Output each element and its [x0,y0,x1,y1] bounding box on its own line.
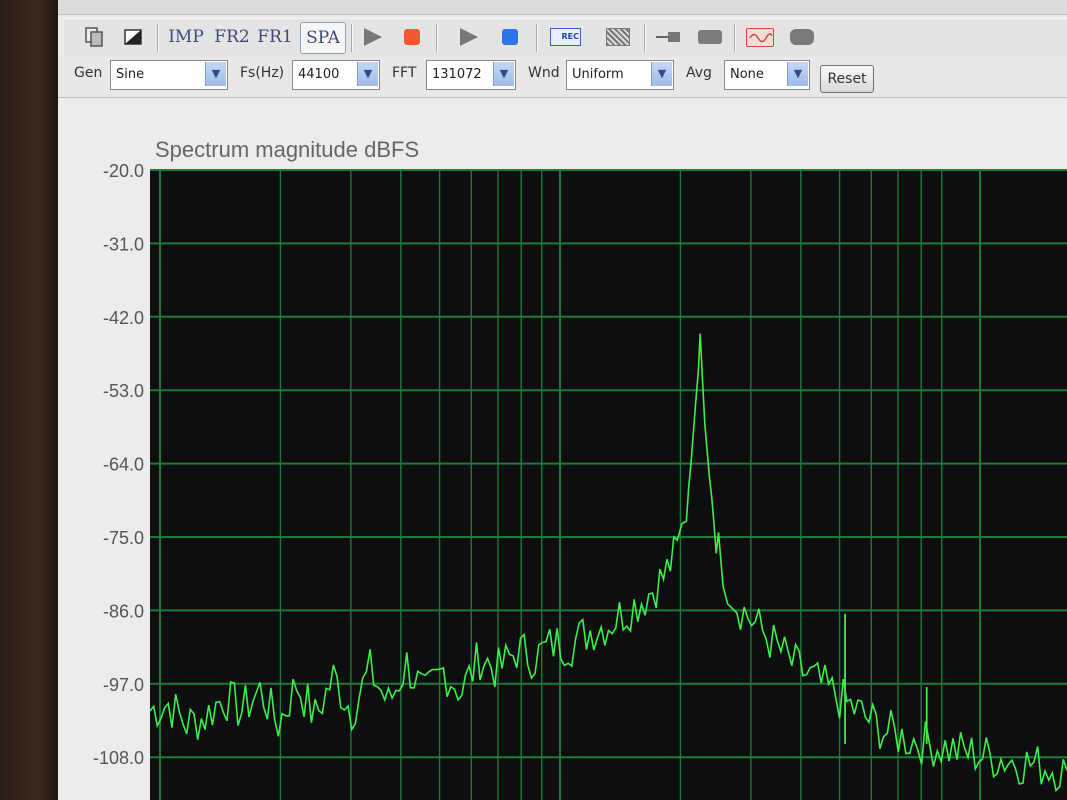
settings-button[interactable] [786,22,820,52]
fr1-mode-button[interactable]: FR1 [255,22,295,52]
chevron-down-icon: ▼ [493,62,514,86]
chevron-down-icon: ▼ [205,62,226,86]
fs-value: 44100 [298,67,340,82]
gen-select[interactable]: Sine ▼ [110,60,228,90]
y-tick-label: -97.0 [103,675,144,695]
open-file-button[interactable] [78,22,108,52]
wnd-label: Wnd [528,65,560,81]
connect-button[interactable] [652,22,686,52]
plug-icon [656,32,680,42]
fr2-mode-button[interactable]: FR2 [212,22,252,52]
play-icon [364,28,382,46]
fft-select[interactable]: 131072 ▼ [426,60,516,90]
stop-icon [404,29,420,45]
spectrum-mode-button[interactable]: SPA [300,22,346,54]
record-button[interactable]: REC [546,22,584,52]
device-button[interactable] [694,22,726,52]
chart-svg: -20.0 -31.0 -42.0 -53.0 -64.0 -75.0 -86.0 -97.0… [93,137,1067,800]
toolbar-separator [351,24,352,52]
wnd-select[interactable]: Uniform ▼ [566,60,674,90]
menu-bar [58,0,1067,15]
controls-bar: Gen Sine ▼ Fs(Hz) 44100 ▼ FFT 131072 ▼ W… [58,57,1067,98]
y-tick-label: -108.0 [93,748,144,768]
app-window: IMP FR2 FR1 SPA REC Gen Sine ▼ Fs(Hz) 44… [58,0,1067,800]
spectrum-chart: -20.0 -31.0 -42.0 -53.0 -64.0 -75.0 -86.0 -97.0… [58,98,1067,800]
impulse-mode-button[interactable]: IMP [164,22,208,52]
y-tick-label: -42.0 [103,308,144,328]
chevron-down-icon: ▼ [357,62,378,86]
reset-button[interactable]: Reset [820,65,874,93]
monitor-bezel [0,0,62,800]
chevron-down-icon: ▼ [787,62,808,86]
fft-value: 131072 [432,67,482,82]
fft-label: FFT [392,65,417,81]
toolbar-separator [157,24,158,52]
hatch-tool-button[interactable] [600,22,636,52]
toolbar-separator [734,24,735,52]
avg-value: None [730,67,764,82]
stop-icon [502,29,518,45]
panel-icon [790,29,814,45]
toolbar-separator [436,24,437,52]
copy-icon [85,27,103,47]
y-tick-label: -75.0 [103,528,144,548]
avg-label: Avg [686,65,712,81]
play-icon [460,28,478,46]
waveform-icon [746,28,774,47]
y-tick-label: -31.0 [103,234,144,254]
device-icon [698,30,722,44]
generator-stop-button[interactable] [496,22,526,52]
y-tick-label: -86.0 [103,601,144,621]
stop-button[interactable] [398,22,428,52]
play-button[interactable] [358,22,388,52]
hatch-icon [606,28,630,46]
toolbar-separator [536,24,537,52]
generator-play-button[interactable] [454,22,484,52]
fs-select[interactable]: 44100 ▼ [292,60,380,90]
gen-value: Sine [116,67,145,82]
wnd-value: Uniform [572,67,624,82]
y-tick-label: -20.0 [103,161,144,181]
gen-label: Gen [74,65,103,81]
window-mode-button[interactable] [118,22,148,52]
avg-select[interactable]: None ▼ [724,60,810,90]
chart-title: Spectrum magnitude dBFS [155,137,419,162]
display-icon [124,29,142,45]
chevron-down-icon: ▼ [651,62,672,86]
plot-area [150,170,1067,800]
y-tick-label: -53.0 [103,381,144,401]
toolbar: IMP FR2 FR1 SPA REC [64,18,1067,58]
toolbar-separator [644,24,645,52]
y-tick-label: -64.0 [103,455,144,475]
oscilloscope-button[interactable] [742,22,778,52]
fs-label: Fs(Hz) [240,65,285,81]
record-icon: REC [550,28,581,46]
